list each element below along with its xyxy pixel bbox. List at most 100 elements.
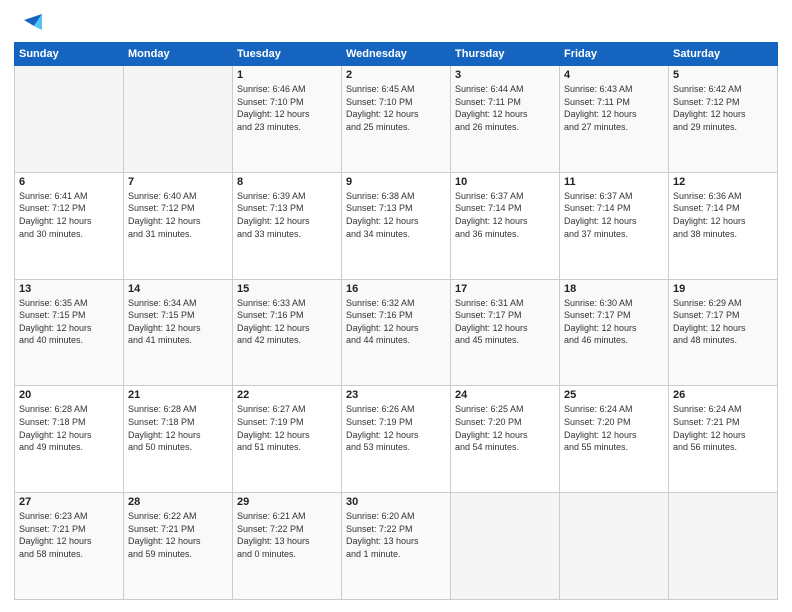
calendar-cell: 29 Sunrise: 6:21 AM Sunset: 7:22 PM Dayli…	[233, 493, 342, 600]
calendar-cell: 15 Sunrise: 6:33 AM Sunset: 7:16 PM Dayli…	[233, 279, 342, 386]
day-info: Sunrise: 6:20 AM Sunset: 7:22 PM Dayligh…	[346, 510, 446, 560]
calendar-day-header: Monday	[124, 43, 233, 66]
calendar-cell	[451, 493, 560, 600]
calendar-day-header: Friday	[560, 43, 669, 66]
day-number: 4	[564, 69, 664, 81]
day-info: Sunrise: 6:45 AM Sunset: 7:10 PM Dayligh…	[346, 83, 446, 133]
day-number: 19	[673, 283, 773, 295]
calendar-cell: 27 Sunrise: 6:23 AM Sunset: 7:21 PM Dayli…	[15, 493, 124, 600]
calendar-cell: 5Sunrise: 6:42 AM Sunset: 7:12 PM Daylig…	[669, 66, 778, 173]
day-number: 1	[237, 69, 337, 81]
logo-bird-icon	[16, 12, 42, 38]
day-info: Sunrise: 6:23 AM Sunset: 7:21 PM Dayligh…	[19, 510, 119, 560]
day-number: 23	[346, 389, 446, 401]
day-info: Sunrise: 6:43 AM Sunset: 7:11 PM Dayligh…	[564, 83, 664, 133]
day-info: Sunrise: 6:30 AM Sunset: 7:17 PM Dayligh…	[564, 297, 664, 347]
day-info: Sunrise: 6:35 AM Sunset: 7:15 PM Dayligh…	[19, 297, 119, 347]
day-info: Sunrise: 6:22 AM Sunset: 7:21 PM Dayligh…	[128, 510, 228, 560]
day-number: 27	[19, 496, 119, 508]
calendar-cell: 6 Sunrise: 6:41 AM Sunset: 7:12 PM Daylig…	[15, 172, 124, 279]
day-info: Sunrise: 6:29 AM Sunset: 7:17 PM Dayligh…	[673, 297, 773, 347]
day-info: Sunrise: 6:32 AM Sunset: 7:16 PM Dayligh…	[346, 297, 446, 347]
calendar-cell: 1 Sunrise: 6:46 AM Sunset: 7:10 PM Daylig…	[233, 66, 342, 173]
day-number: 25	[564, 389, 664, 401]
day-number: 20	[19, 389, 119, 401]
calendar-cell	[669, 493, 778, 600]
day-info: Sunrise: 6:37 AM Sunset: 7:14 PM Dayligh…	[564, 190, 664, 240]
day-info: Sunrise: 6:33 AM Sunset: 7:16 PM Dayligh…	[237, 297, 337, 347]
day-info: Sunrise: 6:34 AM Sunset: 7:15 PM Dayligh…	[128, 297, 228, 347]
calendar-cell: 19 Sunrise: 6:29 AM Sunset: 7:17 PM Dayli…	[669, 279, 778, 386]
calendar-cell: 24 Sunrise: 6:25 AM Sunset: 7:20 PM Dayli…	[451, 386, 560, 493]
calendar-week-row: 20 Sunrise: 6:28 AM Sunset: 7:18 PM Dayli…	[15, 386, 778, 493]
day-info: Sunrise: 6:44 AM Sunset: 7:11 PM Dayligh…	[455, 83, 555, 133]
day-info: Sunrise: 6:42 AM Sunset: 7:12 PM Dayligh…	[673, 83, 773, 133]
day-info: Sunrise: 6:31 AM Sunset: 7:17 PM Dayligh…	[455, 297, 555, 347]
day-number: 30	[346, 496, 446, 508]
calendar-cell: 25 Sunrise: 6:24 AM Sunset: 7:20 PM Dayli…	[560, 386, 669, 493]
day-info: Sunrise: 6:28 AM Sunset: 7:18 PM Dayligh…	[19, 403, 119, 453]
day-number: 9	[346, 176, 446, 188]
day-info: Sunrise: 6:26 AM Sunset: 7:19 PM Dayligh…	[346, 403, 446, 453]
calendar-cell: 30 Sunrise: 6:20 AM Sunset: 7:22 PM Dayli…	[342, 493, 451, 600]
day-info: Sunrise: 6:25 AM Sunset: 7:20 PM Dayligh…	[455, 403, 555, 453]
day-number: 29	[237, 496, 337, 508]
calendar-week-row: 27 Sunrise: 6:23 AM Sunset: 7:21 PM Dayli…	[15, 493, 778, 600]
calendar-cell: 26 Sunrise: 6:24 AM Sunset: 7:21 PM Dayli…	[669, 386, 778, 493]
calendar-cell: 11 Sunrise: 6:37 AM Sunset: 7:14 PM Dayli…	[560, 172, 669, 279]
day-info: Sunrise: 6:24 AM Sunset: 7:20 PM Dayligh…	[564, 403, 664, 453]
calendar-day-header: Tuesday	[233, 43, 342, 66]
calendar-cell: 13 Sunrise: 6:35 AM Sunset: 7:15 PM Dayli…	[15, 279, 124, 386]
day-number: 17	[455, 283, 555, 295]
calendar-cell: 3Sunrise: 6:44 AM Sunset: 7:11 PM Daylig…	[451, 66, 560, 173]
calendar-cell	[15, 66, 124, 173]
day-number: 6	[19, 176, 119, 188]
calendar-cell: 22 Sunrise: 6:27 AM Sunset: 7:19 PM Dayli…	[233, 386, 342, 493]
page: SundayMondayTuesdayWednesdayThursdayFrid…	[0, 0, 792, 612]
day-number: 10	[455, 176, 555, 188]
header	[14, 12, 778, 34]
day-number: 26	[673, 389, 773, 401]
day-number: 24	[455, 389, 555, 401]
calendar-week-row: 13 Sunrise: 6:35 AM Sunset: 7:15 PM Dayli…	[15, 279, 778, 386]
day-info: Sunrise: 6:37 AM Sunset: 7:14 PM Dayligh…	[455, 190, 555, 240]
day-number: 22	[237, 389, 337, 401]
calendar-day-header: Wednesday	[342, 43, 451, 66]
day-number: 14	[128, 283, 228, 295]
day-info: Sunrise: 6:24 AM Sunset: 7:21 PM Dayligh…	[673, 403, 773, 453]
day-info: Sunrise: 6:46 AM Sunset: 7:10 PM Dayligh…	[237, 83, 337, 133]
day-number: 8	[237, 176, 337, 188]
day-info: Sunrise: 6:40 AM Sunset: 7:12 PM Dayligh…	[128, 190, 228, 240]
day-info: Sunrise: 6:36 AM Sunset: 7:14 PM Dayligh…	[673, 190, 773, 240]
day-number: 15	[237, 283, 337, 295]
day-number: 21	[128, 389, 228, 401]
calendar-week-row: 1 Sunrise: 6:46 AM Sunset: 7:10 PM Daylig…	[15, 66, 778, 173]
calendar-cell: 9 Sunrise: 6:38 AM Sunset: 7:13 PM Daylig…	[342, 172, 451, 279]
calendar-day-header: Thursday	[451, 43, 560, 66]
calendar-cell	[560, 493, 669, 600]
day-info: Sunrise: 6:41 AM Sunset: 7:12 PM Dayligh…	[19, 190, 119, 240]
calendar-cell	[124, 66, 233, 173]
calendar-cell: 21Sunrise: 6:28 AM Sunset: 7:18 PM Dayli…	[124, 386, 233, 493]
day-info: Sunrise: 6:27 AM Sunset: 7:19 PM Dayligh…	[237, 403, 337, 453]
calendar-cell: 23 Sunrise: 6:26 AM Sunset: 7:19 PM Dayli…	[342, 386, 451, 493]
calendar-cell: 7Sunrise: 6:40 AM Sunset: 7:12 PM Daylig…	[124, 172, 233, 279]
day-number: 16	[346, 283, 446, 295]
logo	[14, 12, 42, 34]
calendar-header-row: SundayMondayTuesdayWednesdayThursdayFrid…	[15, 43, 778, 66]
calendar-cell: 10 Sunrise: 6:37 AM Sunset: 7:14 PM Dayli…	[451, 172, 560, 279]
calendar-cell: 17 Sunrise: 6:31 AM Sunset: 7:17 PM Dayli…	[451, 279, 560, 386]
day-info: Sunrise: 6:39 AM Sunset: 7:13 PM Dayligh…	[237, 190, 337, 240]
calendar-cell: 20 Sunrise: 6:28 AM Sunset: 7:18 PM Dayli…	[15, 386, 124, 493]
calendar-cell: 18Sunrise: 6:30 AM Sunset: 7:17 PM Dayli…	[560, 279, 669, 386]
calendar-cell: 8 Sunrise: 6:39 AM Sunset: 7:13 PM Daylig…	[233, 172, 342, 279]
calendar-cell: 28Sunrise: 6:22 AM Sunset: 7:21 PM Dayli…	[124, 493, 233, 600]
day-info: Sunrise: 6:38 AM Sunset: 7:13 PM Dayligh…	[346, 190, 446, 240]
day-number: 13	[19, 283, 119, 295]
calendar-cell: 4 Sunrise: 6:43 AM Sunset: 7:11 PM Daylig…	[560, 66, 669, 173]
day-info: Sunrise: 6:21 AM Sunset: 7:22 PM Dayligh…	[237, 510, 337, 560]
calendar-table: SundayMondayTuesdayWednesdayThursdayFrid…	[14, 42, 778, 600]
day-number: 11	[564, 176, 664, 188]
calendar-cell: 14 Sunrise: 6:34 AM Sunset: 7:15 PM Dayli…	[124, 279, 233, 386]
calendar-cell: 2Sunrise: 6:45 AM Sunset: 7:10 PM Daylig…	[342, 66, 451, 173]
